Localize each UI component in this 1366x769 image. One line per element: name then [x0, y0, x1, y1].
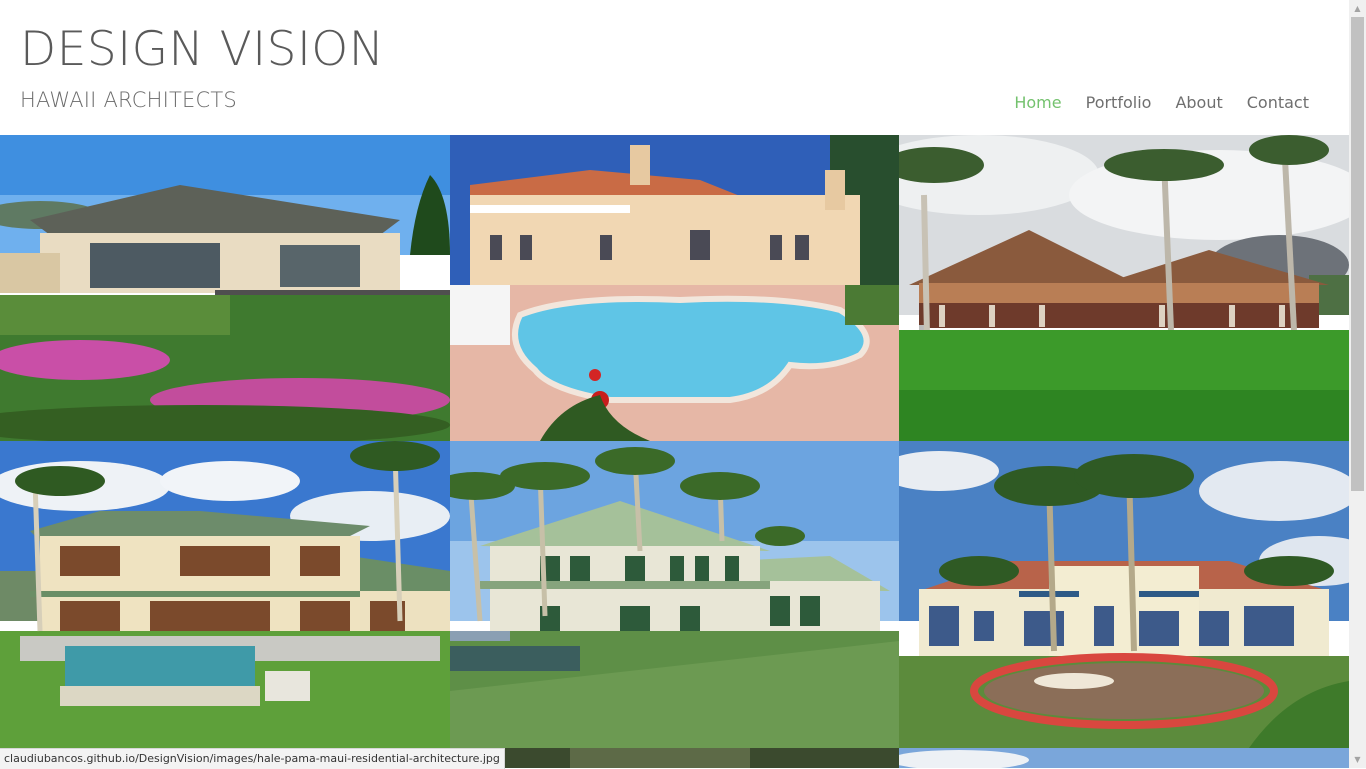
plantation-house-render	[450, 441, 899, 748]
photo-tile-9[interactable]	[899, 748, 1349, 768]
two-story-residence-render	[0, 441, 450, 748]
photo-tile-3[interactable]	[899, 135, 1349, 441]
pavilion-palms-photo	[899, 135, 1349, 441]
vertical-scrollbar[interactable]: ▲ ▼	[1349, 0, 1366, 768]
scroll-up-arrow-icon[interactable]: ▲	[1349, 0, 1366, 17]
page: DESIGN VISION HAWAII ARCHITECTS Home Por…	[0, 0, 1349, 768]
link-status-bar: claudiubancos.github.io/DesignVision/ima…	[0, 748, 505, 769]
site-header: DESIGN VISION HAWAII ARCHITECTS Home Por…	[0, 0, 1349, 135]
partial-photo	[450, 748, 899, 768]
photo-tile-8[interactable]	[450, 748, 899, 768]
nav-item-about[interactable]: About	[1175, 93, 1222, 112]
nav-item-portfolio[interactable]: Portfolio	[1086, 93, 1152, 112]
main-nav: Home Portfolio About Contact	[1014, 93, 1309, 112]
scroll-down-arrow-icon[interactable]: ▼	[1349, 751, 1366, 768]
photo-tile-4[interactable]	[0, 441, 450, 748]
photo-tile-1[interactable]	[0, 135, 450, 441]
hillside-residence-photo	[0, 135, 450, 441]
photo-tile-5[interactable]	[450, 441, 899, 748]
pool-villa-photo	[450, 135, 899, 441]
nav-item-home[interactable]: Home	[1014, 93, 1061, 112]
photo-tile-2[interactable]	[450, 135, 899, 441]
estate-mansion-render	[899, 441, 1349, 748]
site-title[interactable]: DESIGN VISION	[20, 24, 384, 76]
scrollbar-thumb[interactable]	[1351, 17, 1364, 491]
site-subtitle: HAWAII ARCHITECTS	[20, 88, 237, 112]
nav-item-contact[interactable]: Contact	[1247, 93, 1309, 112]
photo-tile-6[interactable]	[899, 441, 1349, 748]
partial-photo	[899, 748, 1349, 768]
